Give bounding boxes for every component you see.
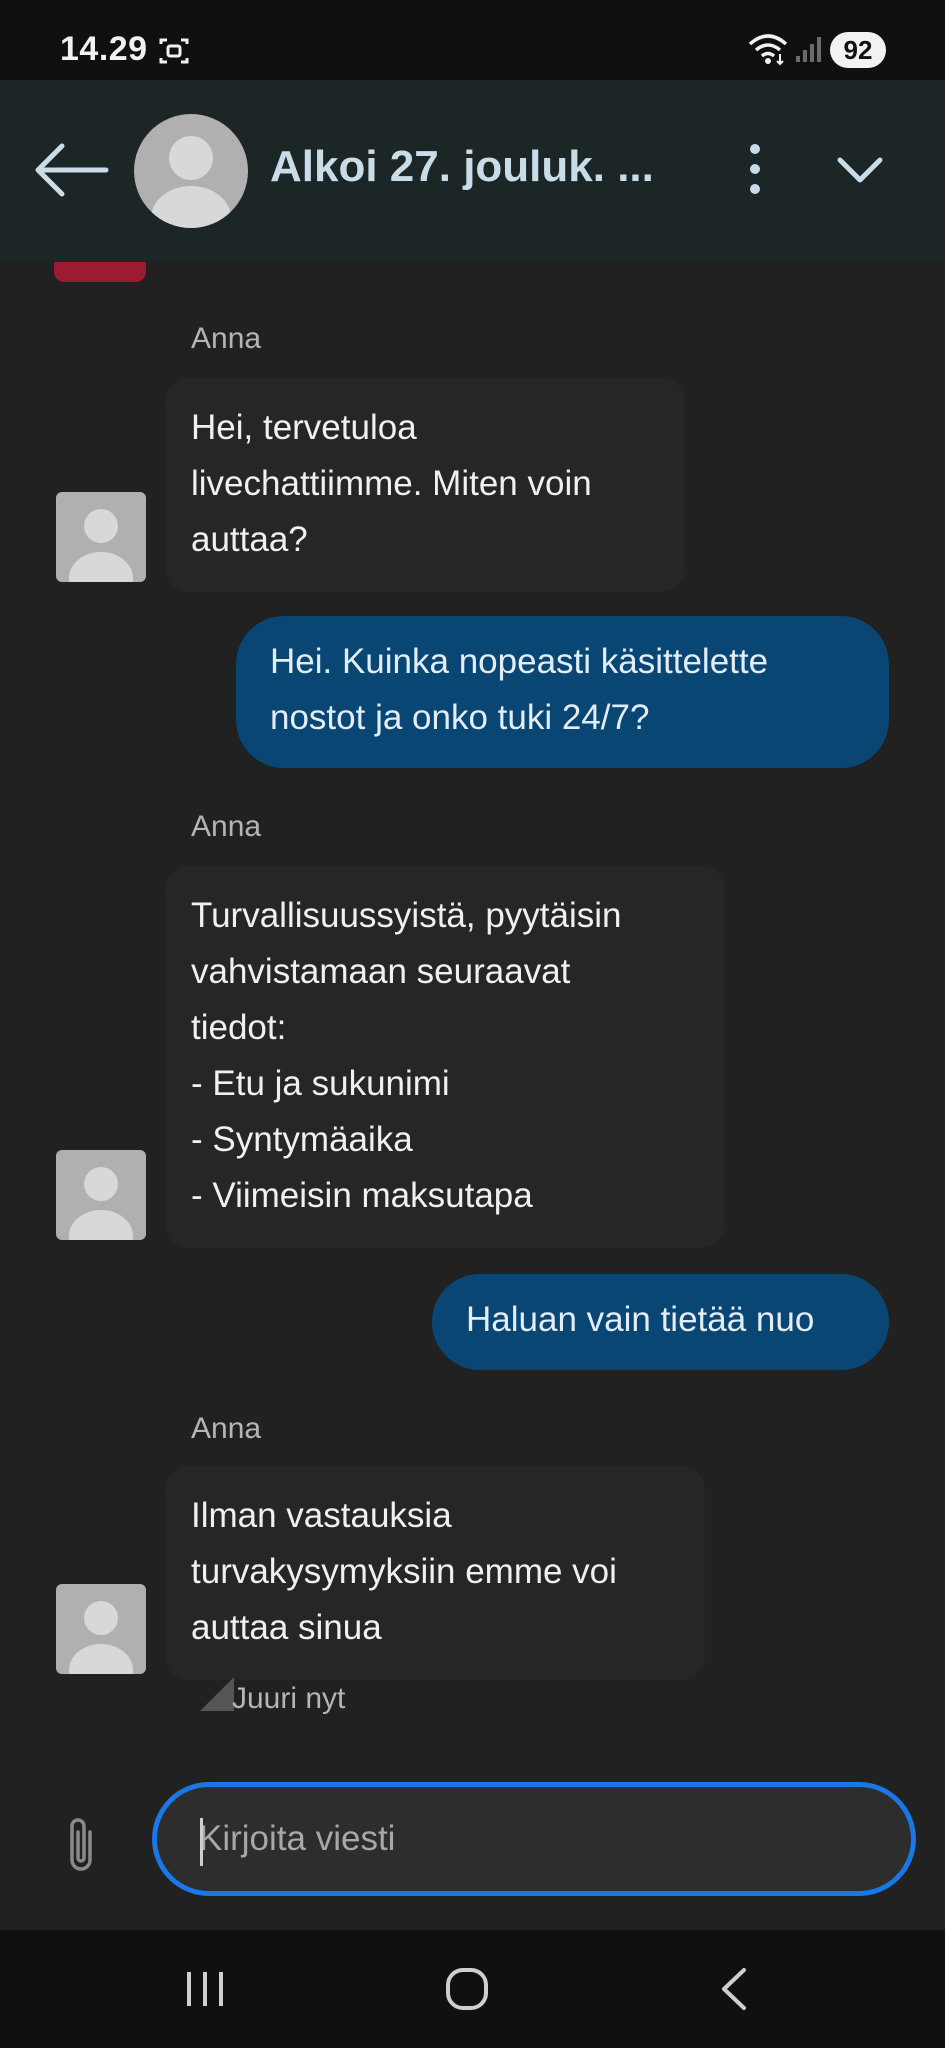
message-timestamp: Juuri nyt — [232, 1682, 346, 1715]
sender-name: Anna — [191, 322, 262, 355]
sender-name: Anna — [191, 1412, 262, 1445]
chevron-down-icon[interactable] — [830, 150, 890, 190]
agent-message-avatar — [56, 492, 146, 582]
conversation-title: Alkoi 27. jouluk. ... — [270, 142, 654, 191]
back-arrow-icon[interactable] — [30, 140, 110, 200]
agent-message-avatar — [56, 1150, 146, 1240]
sender-name: Anna — [191, 810, 262, 843]
text-cursor — [200, 1818, 203, 1866]
nav-back-icon[interactable] — [718, 1966, 748, 2012]
agent-message: Hei, tervetuloa livechattiimme. Miten vo… — [165, 378, 685, 592]
previous-message-edge — [54, 262, 146, 282]
agent-message-avatar — [56, 1584, 146, 1674]
user-message: Haluan vain tietää nuo — [432, 1274, 889, 1370]
more-options-icon[interactable] — [740, 142, 770, 196]
message-status-icon — [200, 1677, 234, 1711]
home-icon[interactable] — [444, 1966, 490, 2012]
message-input[interactable] — [152, 1782, 916, 1896]
signal-icon — [796, 37, 821, 62]
status-time: 14.29 — [60, 30, 148, 68]
agent-avatar — [134, 114, 248, 228]
paperclip-icon[interactable] — [62, 1812, 102, 1876]
wifi-icon — [748, 34, 788, 66]
screen-record-icon — [159, 38, 189, 64]
user-message: Hei. Kuinka nopeasti käsittelette nostot… — [236, 616, 889, 768]
agent-message: Ilman vastauksia turvakysymyksiin emme v… — [165, 1466, 705, 1680]
recent-apps-icon[interactable] — [183, 1968, 227, 2010]
agent-message: Turvallisuussyistä, pyytäisin vahvistama… — [165, 866, 725, 1248]
battery-level: 92 — [830, 32, 886, 68]
